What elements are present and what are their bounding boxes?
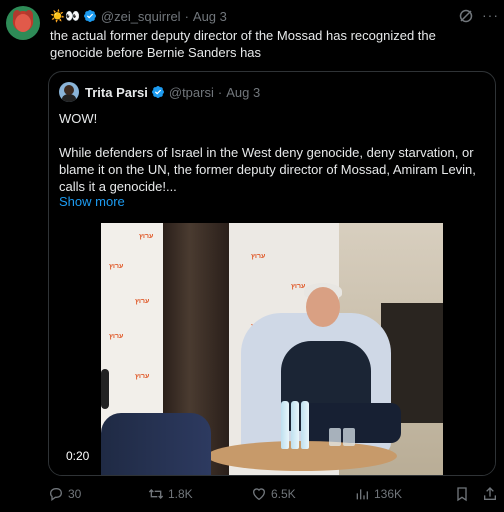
quote-avatar (59, 82, 79, 102)
grok-icon[interactable] (458, 8, 474, 24)
bookmark-button[interactable] (454, 484, 474, 504)
action-bar: 30 1.8K 6.5K 136K (48, 484, 496, 504)
author-display-name[interactable]: ☀️👀 (50, 9, 80, 23)
separator-dot: · (184, 8, 189, 24)
more-icon[interactable]: ··· (482, 8, 499, 22)
views-count: 136K (374, 487, 403, 501)
quote-text-body: While defenders of Israel in the West de… (59, 145, 476, 194)
views-button[interactable]: 136K (354, 484, 402, 504)
video-timestamp: 0:20 (61, 447, 95, 465)
tweet-header: ☀️👀 @zei_squirrel · Aug 3 (50, 8, 227, 24)
verified-icon (151, 85, 165, 99)
like-count: 6.5K (271, 487, 296, 501)
video-player[interactable]: ערוץ ערוץ ערוץ ערוץ ערוץ ערוץ ערוץ ערוץ … (49, 223, 495, 475)
reply-count: 30 (68, 487, 82, 501)
retweet-icon (148, 489, 164, 499)
retweet-button[interactable]: 1.8K (148, 484, 193, 504)
quote-author-name: Trita Parsi (85, 84, 148, 100)
retweet-count: 1.8K (168, 487, 193, 501)
share-button[interactable] (482, 484, 502, 504)
verified-icon (83, 9, 97, 23)
tweet-date[interactable]: Aug 3 (193, 9, 227, 24)
bookmark-icon (457, 487, 467, 502)
tweet-text: the actual former deputy director of the… (50, 28, 436, 60)
quote-text-line1: WOW! (59, 111, 98, 126)
quote-author-handle: @tparsi (168, 84, 214, 100)
like-icon (252, 488, 266, 501)
author-handle[interactable]: @zei_squirrel (101, 9, 181, 24)
quote-date: Aug 3 (226, 84, 261, 100)
reply-icon (49, 488, 63, 501)
tweet[interactable]: ☀️👀 @zei_squirrel · Aug 3 ··· the actual… (0, 0, 504, 512)
quote-header: Trita Parsi @tparsi · Aug 3 (59, 82, 260, 102)
views-icon (356, 489, 368, 500)
quoted-tweet[interactable]: Trita Parsi @tparsi · Aug 3 WOW! While d… (48, 71, 496, 476)
video-frame: ערוץ ערוץ ערוץ ערוץ ערוץ ערוץ ערוץ ערוץ … (101, 223, 443, 475)
like-button[interactable]: 6.5K (251, 484, 296, 504)
show-more-link[interactable]: Show more (59, 194, 125, 209)
reply-button[interactable]: 30 (48, 484, 81, 504)
author-avatar[interactable] (6, 6, 40, 40)
separator-dot: · (217, 84, 223, 100)
share-icon (484, 487, 496, 500)
